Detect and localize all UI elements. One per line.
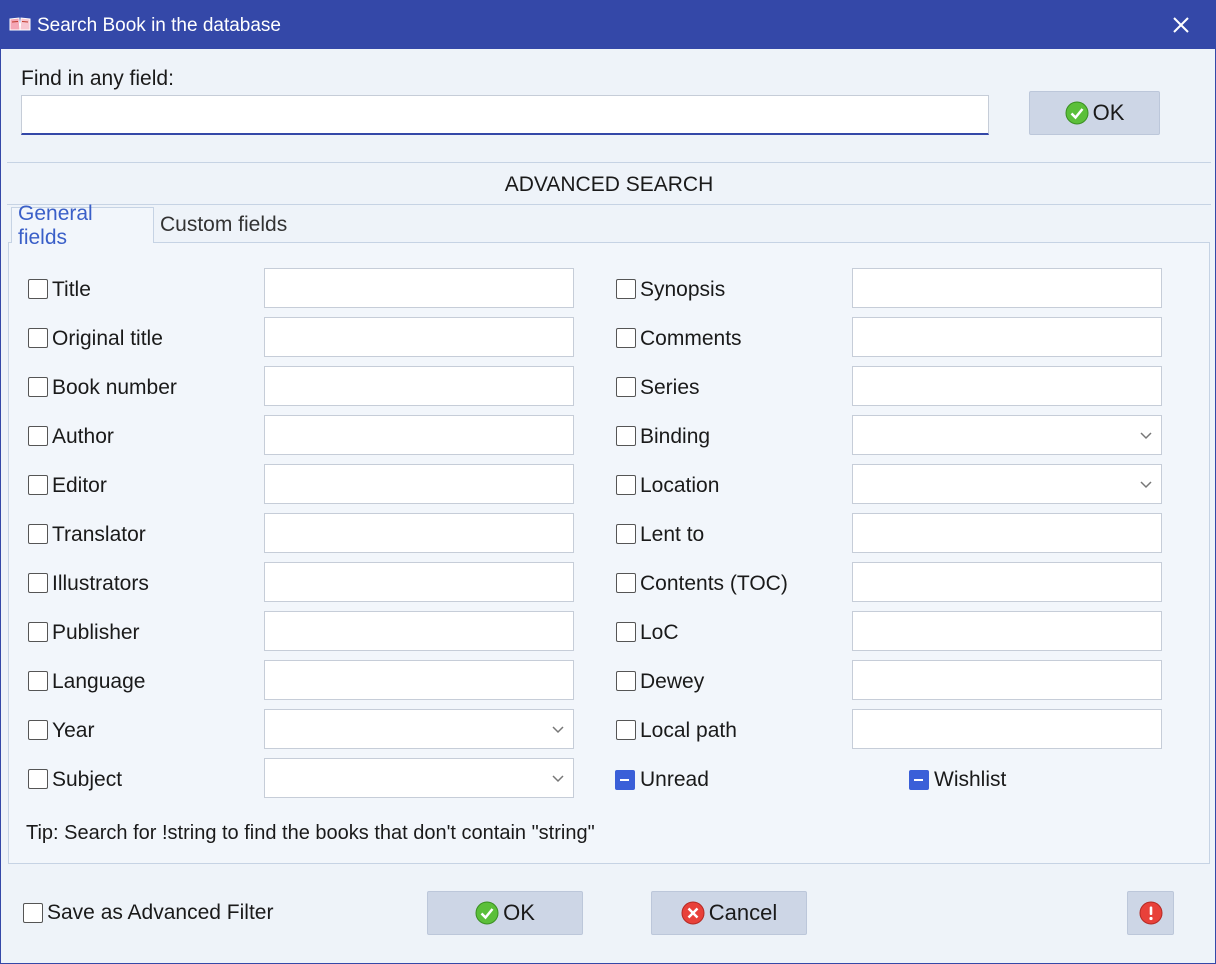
subject-dropdown[interactable] <box>264 758 574 798</box>
chevron-down-icon <box>551 722 565 736</box>
search-book-dialog: Search Book in the database Find in any … <box>0 0 1216 964</box>
check-icon <box>475 901 499 925</box>
comments-checkbox[interactable] <box>616 328 636 348</box>
cancel-label: Cancel <box>708 900 778 925</box>
editor-checkbox[interactable] <box>28 475 48 495</box>
ok-label: OK <box>503 900 535 925</box>
lent-to-checkbox[interactable] <box>616 524 636 544</box>
cancel-x-icon <box>681 901 705 925</box>
language-checkbox[interactable] <box>28 671 48 691</box>
tab-general-fields[interactable]: General fields <box>11 202 154 249</box>
tab-custom-fields[interactable]: Custom fields <box>154 207 304 243</box>
chevron-down-icon <box>1139 477 1153 491</box>
title-label: Title <box>52 278 91 301</box>
alert-icon <box>1139 901 1163 925</box>
original-title-label: Original title <box>52 327 163 350</box>
year-dropdown[interactable] <box>264 709 574 749</box>
find-ok-label: OK <box>1092 100 1125 125</box>
local-path-label: Local path <box>640 719 737 742</box>
wishlist-label: Wishlist <box>934 768 1007 791</box>
contents-toc-label: Contents (TOC) <box>640 572 788 595</box>
synopsis-checkbox[interactable] <box>616 279 636 299</box>
book-number-label: Book number <box>52 376 177 399</box>
language-input[interactable] <box>264 660 574 700</box>
illustrators-checkbox[interactable] <box>28 573 48 593</box>
book-number-checkbox[interactable] <box>28 377 48 397</box>
advanced-search-heading: ADVANCED SEARCH <box>504 173 714 196</box>
author-checkbox[interactable] <box>28 426 48 446</box>
window-title: Search Book in the database <box>37 15 282 36</box>
book-number-input[interactable] <box>264 366 574 406</box>
find-any-field-input[interactable] <box>21 95 989 135</box>
save-as-filter-label: Save as Advanced Filter <box>47 901 274 924</box>
title-checkbox[interactable] <box>28 279 48 299</box>
check-icon <box>1065 101 1089 125</box>
local-path-input[interactable] <box>852 709 1162 749</box>
comments-input[interactable] <box>852 317 1162 357</box>
series-label: Series <box>640 376 700 399</box>
contents-toc-input[interactable] <box>852 562 1162 602</box>
divider <box>7 162 1211 163</box>
publisher-checkbox[interactable] <box>28 622 48 642</box>
original-title-checkbox[interactable] <box>28 328 48 348</box>
year-checkbox[interactable] <box>28 720 48 740</box>
find-any-field-label: Find in any field: <box>21 67 174 90</box>
close-icon[interactable] <box>1165 9 1197 41</box>
series-input[interactable] <box>852 366 1162 406</box>
location-dropdown[interactable] <box>852 464 1162 504</box>
synopsis-input[interactable] <box>852 268 1162 308</box>
chevron-down-icon <box>1139 428 1153 442</box>
location-label: Location <box>640 474 720 497</box>
author-label: Author <box>52 425 114 448</box>
unread-label: Unread <box>640 768 709 791</box>
lent-to-input[interactable] <box>852 513 1162 553</box>
save-as-filter-checkbox[interactable] <box>23 903 43 923</box>
contents-toc-checkbox[interactable] <box>616 573 636 593</box>
publisher-label: Publisher <box>52 621 140 644</box>
editor-label: Editor <box>52 474 107 497</box>
binding-checkbox[interactable] <box>616 426 636 446</box>
loc-label: LoC <box>640 621 679 644</box>
original-title-input[interactable] <box>264 317 574 357</box>
lent-to-label: Lent to <box>640 523 705 546</box>
binding-dropdown[interactable] <box>852 415 1162 455</box>
synopsis-label: Synopsis <box>640 278 726 301</box>
publisher-input[interactable] <box>264 611 574 651</box>
chevron-down-icon <box>551 771 565 785</box>
warning-button[interactable] <box>1127 891 1174 935</box>
comments-label: Comments <box>640 327 742 350</box>
language-label: Language <box>52 670 146 693</box>
subject-checkbox[interactable] <box>28 769 48 789</box>
title-input[interactable] <box>264 268 574 308</box>
subject-label: Subject <box>52 768 123 791</box>
location-checkbox[interactable] <box>616 475 636 495</box>
dewey-input[interactable] <box>852 660 1162 700</box>
dewey-checkbox[interactable] <box>616 671 636 691</box>
ok-button[interactable]: OK <box>427 891 583 935</box>
loc-input[interactable] <box>852 611 1162 651</box>
unread-checkbox[interactable] <box>615 770 635 790</box>
dewey-label: Dewey <box>640 670 705 693</box>
title-bar: Search Book in the database <box>1 1 1215 49</box>
illustrators-label: Illustrators <box>52 572 149 595</box>
local-path-checkbox[interactable] <box>616 720 636 740</box>
editor-input[interactable] <box>264 464 574 504</box>
year-label: Year <box>52 719 95 742</box>
author-input[interactable] <box>264 415 574 455</box>
translator-label: Translator <box>52 523 146 546</box>
search-tip: Tip: Search for !string to find the book… <box>26 822 595 844</box>
loc-checkbox[interactable] <box>616 622 636 642</box>
binding-label: Binding <box>640 425 711 448</box>
series-checkbox[interactable] <box>616 377 636 397</box>
wishlist-checkbox[interactable] <box>909 770 929 790</box>
translator-input[interactable] <box>264 513 574 553</box>
cancel-button[interactable]: Cancel <box>651 891 807 935</box>
translator-checkbox[interactable] <box>28 524 48 544</box>
divider <box>7 204 1211 205</box>
illustrators-input[interactable] <box>264 562 574 602</box>
find-ok-button[interactable]: OK <box>1029 91 1160 135</box>
book-app-icon <box>9 17 31 31</box>
